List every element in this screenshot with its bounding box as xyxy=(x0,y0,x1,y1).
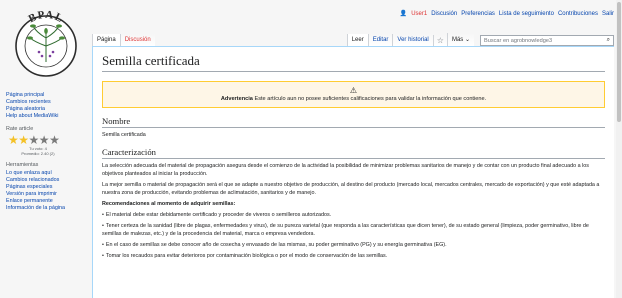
recommendations-list: El material debe estar debidamente certi… xyxy=(102,211,605,260)
user-icon: 👤 xyxy=(399,11,408,17)
watch-star-icon[interactable]: ☆ xyxy=(432,35,447,46)
tools-heading: Herramientas xyxy=(6,162,39,168)
search-icon[interactable]: ⌕ xyxy=(607,37,610,44)
list-item: El material debe estar debidamente certi… xyxy=(102,211,605,219)
sidebar-item-special-pages[interactable]: Páginas especiales xyxy=(6,184,92,191)
tab-history[interactable]: Ver historial xyxy=(392,34,433,46)
warning-label: Advertencia xyxy=(220,96,253,102)
personal-tools: 👤 User1 Discusión Preferencias Lista de … xyxy=(399,10,614,18)
section-heading-characterization: Caracterización xyxy=(102,147,605,159)
list-item: Tomar los recaudos para evitar deterioro… xyxy=(102,252,605,260)
sidebar-item-printable[interactable]: Versión para imprimir xyxy=(6,191,92,198)
paragraph-1: La selección adecuada del material de pr… xyxy=(102,163,589,177)
logout-link[interactable]: Salir xyxy=(602,11,614,17)
preferences-link[interactable]: Preferencias xyxy=(461,11,495,17)
star-icon[interactable]: ★ xyxy=(39,133,50,147)
warning-text: Este artículo aun no posee suficientes c… xyxy=(252,96,487,102)
paragraph-2: La mejor semilla o material de propagaci… xyxy=(102,182,600,196)
page-tabs: Página Discusión Leer Editar Ver histori… xyxy=(92,30,614,46)
sidebar: Página principal Cambios recientes Págin… xyxy=(6,92,92,212)
rating-stars[interactable]: ★★★★★ xyxy=(8,134,92,146)
star-icon[interactable]: ★ xyxy=(29,133,40,147)
tab-edit[interactable]: Editar xyxy=(367,34,393,46)
main-content: Semilla certificada ⚠ Advertencia Este a… xyxy=(92,46,614,298)
search-placeholder: Buscar en agrobnowledge3 xyxy=(484,37,553,44)
star-icon[interactable]: ★ xyxy=(8,133,19,147)
tab-more-label: Más xyxy=(451,37,464,43)
list-item: Tener certeza de la sanidad (libre de pl… xyxy=(102,222,605,238)
talk-link[interactable]: Discusión xyxy=(431,11,457,17)
user-link[interactable]: User1 xyxy=(411,11,427,17)
name-text: Semilla certificada xyxy=(102,132,146,138)
tab-more[interactable]: Más ⌄ xyxy=(446,33,474,46)
sidebar-item-permanent-link[interactable]: Enlace permanente xyxy=(6,198,92,205)
watchlist-link[interactable]: Lista de seguimiento xyxy=(499,11,554,17)
page-title: Semilla certificada xyxy=(102,53,605,72)
warning-message: Advertencia Este artículo aun no posee s… xyxy=(109,96,598,102)
sidebar-item-related-changes[interactable]: Cambios relacionados xyxy=(6,177,92,184)
chevron-down-icon: ⌄ xyxy=(464,37,470,43)
site-logo[interactable]: BPAL xyxy=(6,4,86,82)
sidebar-item-page-info[interactable]: Información de la página xyxy=(6,205,92,212)
warning-icon: ⚠ xyxy=(349,86,358,95)
sidebar-item-what-links-here[interactable]: Lo que enlaza aquí xyxy=(6,170,92,177)
tab-discussion[interactable]: Discusión xyxy=(119,34,155,46)
recommendations-heading: Recomendaciones al momento de adquirir s… xyxy=(102,201,236,207)
sidebar-item-random-page[interactable]: Página aleatoria xyxy=(6,106,92,113)
scrollbar[interactable] xyxy=(616,0,622,298)
section-heading-name: Nombre xyxy=(102,116,605,128)
sidebar-item-help[interactable]: Help about MediaWiki xyxy=(6,113,92,120)
sidebar-item-recent-changes[interactable]: Cambios recientes xyxy=(6,99,92,106)
tab-page[interactable]: Página xyxy=(92,34,120,46)
warning-box: ⚠ Advertencia Este artículo aun no posee… xyxy=(102,81,605,108)
rate-article-heading: Rate article xyxy=(6,126,34,132)
average-rating: Promedio: 2.40 (2) xyxy=(21,151,55,156)
sidebar-item-main-page[interactable]: Página principal xyxy=(6,92,92,99)
rating-widget: ★★★★★ Tu voto: 4 Promedio: 2.40 (2) xyxy=(8,134,92,156)
contributions-link[interactable]: Contribuciones xyxy=(558,11,598,17)
star-icon[interactable]: ★ xyxy=(49,133,60,147)
scrollbar-thumb[interactable] xyxy=(617,2,621,122)
star-icon[interactable]: ★ xyxy=(18,133,29,147)
tab-read[interactable]: Leer xyxy=(346,34,368,46)
search-input[interactable]: Buscar en agrobnowledge3 ⌕ xyxy=(480,35,614,46)
list-item: En el caso de semillas se debe conocer a… xyxy=(102,241,605,249)
